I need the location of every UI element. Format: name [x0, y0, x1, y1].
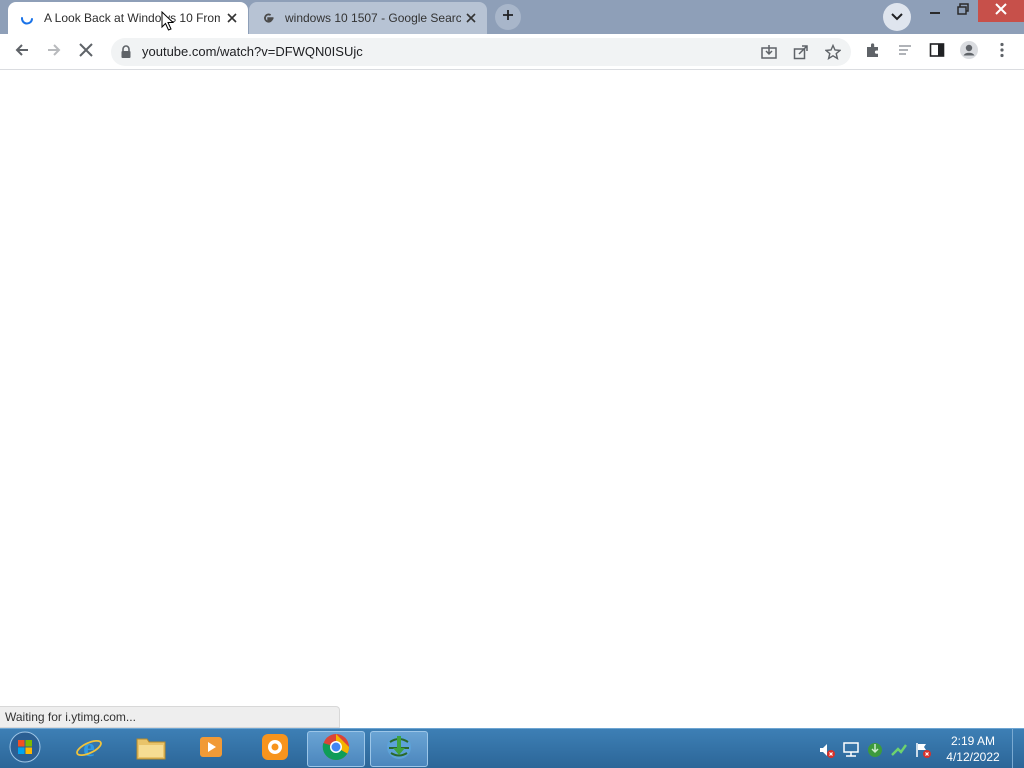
tray-app-icon[interactable] [866, 741, 884, 759]
close-tab-icon[interactable] [463, 10, 479, 26]
extensions-puzzle-icon [865, 42, 881, 63]
svg-text:e: e [83, 733, 95, 762]
taskbar-ie[interactable]: e [60, 731, 118, 767]
stop-loading-icon [79, 42, 93, 62]
profile-avatar-icon [959, 40, 979, 65]
profile-button[interactable] [955, 38, 983, 66]
media-player-icon [197, 733, 225, 766]
share-icon[interactable] [791, 42, 811, 62]
address-bar[interactable]: youtube.com/watch?v=DFWQN0ISUjc [111, 38, 851, 66]
taskbar-chrome[interactable] [307, 731, 365, 767]
lock-icon[interactable] [120, 45, 132, 59]
chrome-icon [322, 733, 350, 766]
restore-button[interactable] [950, 0, 976, 22]
reading-list-button[interactable] [891, 38, 919, 66]
extensions-button[interactable] [859, 38, 887, 66]
minimize-button[interactable] [922, 0, 948, 22]
bookmark-star-icon[interactable] [823, 42, 843, 62]
browser-toolbar: youtube.com/watch?v=DFWQN0ISUjc [0, 34, 1024, 70]
back-arrow-icon [14, 42, 30, 63]
clock-time: 2:19 AM [950, 734, 996, 748]
taskbar-uc-browser[interactable] [246, 731, 304, 767]
restore-icon [957, 2, 969, 20]
stop-loading-button[interactable] [72, 38, 100, 66]
google-g-icon [260, 10, 276, 26]
taskbar-explorer[interactable] [122, 731, 180, 767]
uc-browser-icon [260, 732, 290, 767]
tab-active[interactable]: A Look Back at Windows 10 From [8, 2, 248, 34]
internet-explorer-icon: e [74, 732, 104, 767]
chevron-down-icon [891, 8, 903, 26]
network-icon[interactable] [842, 741, 860, 759]
forward-button[interactable] [40, 38, 68, 66]
loading-spinner-icon [19, 10, 35, 26]
status-bubble: Waiting for i.ytimg.com... [0, 706, 340, 728]
action-center-flag-icon[interactable] [914, 741, 932, 759]
taskbar: e 2:19 AM 4/12/2022 [0, 728, 1024, 768]
taskbar-media-player[interactable] [182, 731, 240, 767]
clock-date: 4/12/2022 [946, 750, 1000, 764]
file-explorer-icon [135, 733, 167, 766]
minimize-icon [930, 2, 940, 20]
taskbar-idm[interactable] [370, 731, 428, 767]
plus-icon [502, 8, 514, 26]
close-tab-icon[interactable] [224, 10, 240, 26]
url-text[interactable]: youtube.com/watch?v=DFWQN0ISUjc [142, 44, 363, 60]
windows-logo-icon [9, 731, 41, 768]
side-panel-icon [929, 42, 945, 63]
tray-app-icon-2[interactable] [890, 741, 908, 759]
install-app-icon[interactable] [759, 42, 779, 62]
tab-inactive[interactable]: windows 10 1507 - Google Search [249, 2, 487, 34]
internet-download-manager-icon [384, 732, 414, 767]
tab-strip: A Look Back at Windows 10 From windows 1… [0, 0, 1024, 34]
back-button[interactable] [8, 38, 36, 66]
forward-arrow-icon [46, 42, 62, 63]
close-window-button[interactable] [978, 0, 1024, 22]
mouse-cursor-icon [161, 10, 175, 31]
screen: A Look Back at Windows 10 From windows 1… [0, 0, 1024, 768]
more-menu-button[interactable] [988, 38, 1016, 66]
tab-title: A Look Back at Windows 10 From [44, 11, 220, 25]
new-tab-button[interactable] [495, 4, 521, 30]
page-content[interactable] [0, 71, 1024, 728]
start-button[interactable] [6, 731, 44, 767]
more-menu-icon [1000, 42, 1004, 63]
side-panel-button[interactable] [923, 38, 951, 66]
close-icon [995, 2, 1007, 20]
show-desktop-button[interactable] [1012, 729, 1024, 768]
system-clock[interactable]: 2:19 AM 4/12/2022 [940, 733, 1006, 767]
volume-muted-icon[interactable] [818, 741, 836, 759]
reading-list-icon [897, 42, 913, 63]
tab-search-button[interactable] [883, 3, 911, 31]
tab-title: windows 10 1507 - Google Search [285, 11, 461, 25]
